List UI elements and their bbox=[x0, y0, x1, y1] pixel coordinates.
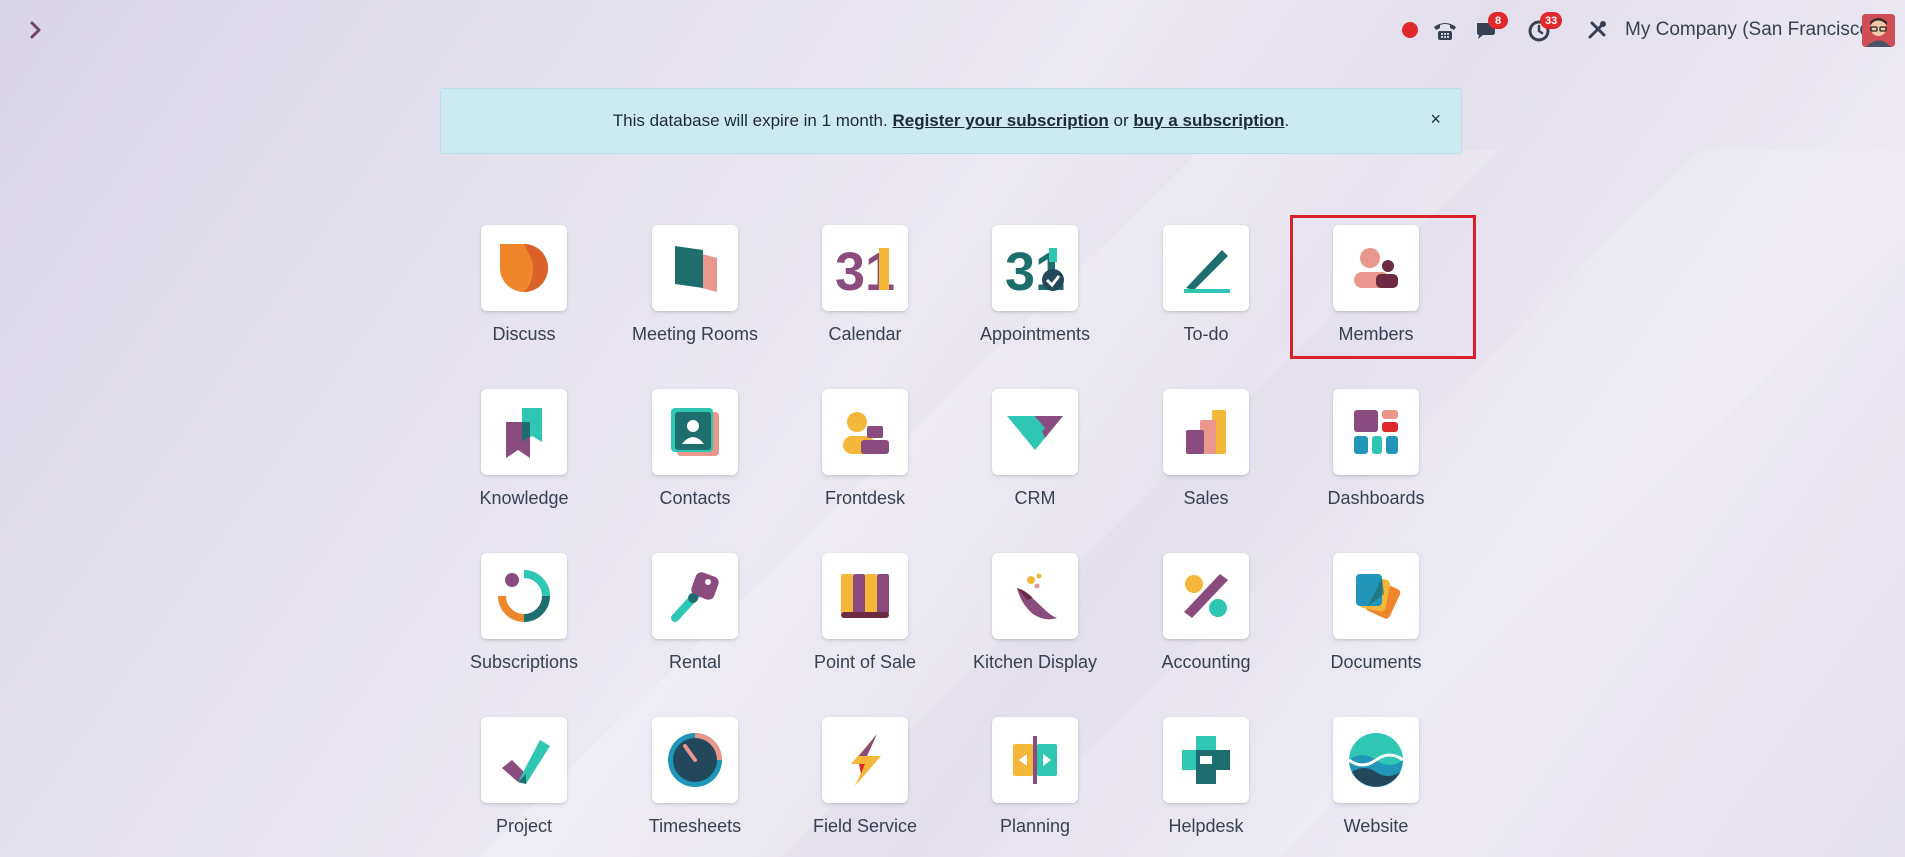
app-frontdesk[interactable]: Frontdesk bbox=[780, 389, 950, 519]
app-label: Rental bbox=[668, 652, 722, 672]
app-label: Appointments bbox=[979, 324, 1091, 344]
app-dashboards[interactable]: Dashboards bbox=[1291, 389, 1461, 519]
app-label: Meeting Rooms bbox=[631, 324, 759, 344]
members-icon bbox=[1333, 225, 1419, 311]
app-helpdesk[interactable]: Helpdesk bbox=[1121, 717, 1291, 847]
banner-text-middle: or bbox=[1108, 111, 1134, 130]
phone-icon[interactable] bbox=[1430, 18, 1460, 42]
app-label: Accounting bbox=[1161, 652, 1251, 672]
app-website[interactable]: Website bbox=[1291, 717, 1461, 847]
app-label: Knowledge bbox=[479, 488, 569, 508]
app-label: Calendar bbox=[828, 324, 902, 344]
app-label: Frontdesk bbox=[824, 488, 906, 508]
app-label: Helpdesk bbox=[1168, 816, 1244, 836]
app-label: Contacts bbox=[659, 488, 731, 508]
planning-icon bbox=[992, 717, 1078, 803]
dashboards-icon bbox=[1333, 389, 1419, 475]
app-label: Sales bbox=[1183, 488, 1229, 508]
app-members[interactable]: Members bbox=[1291, 225, 1461, 355]
app-crm[interactable]: CRM bbox=[950, 389, 1120, 519]
app-documents[interactable]: Documents bbox=[1291, 553, 1461, 683]
app-label: Dashboards bbox=[1327, 488, 1425, 508]
app-label: Discuss bbox=[492, 324, 556, 344]
buy-subscription-link[interactable]: buy a subscription bbox=[1133, 111, 1284, 131]
appointments-icon: 31 bbox=[992, 225, 1078, 311]
activity-count-badge: 33 bbox=[1540, 12, 1563, 29]
app-appointments[interactable]: 31 Appointments bbox=[950, 225, 1120, 355]
point-of-sale-icon bbox=[822, 553, 908, 639]
subscriptions-icon bbox=[481, 553, 567, 639]
to-do-icon bbox=[1163, 225, 1249, 311]
website-icon bbox=[1333, 717, 1419, 803]
meeting-rooms-icon bbox=[652, 225, 738, 311]
field-service-icon bbox=[822, 717, 908, 803]
app-kitchen-display[interactable]: Kitchen Display bbox=[950, 553, 1120, 683]
subscription-expiry-banner: This database will expire in 1 month. Re… bbox=[440, 88, 1462, 154]
close-icon[interactable]: × bbox=[1430, 109, 1441, 130]
app-planning[interactable]: Planning bbox=[950, 717, 1120, 847]
activity-clock-icon[interactable]: 33 bbox=[1524, 12, 1563, 42]
app-subscriptions[interactable]: Subscriptions bbox=[439, 553, 609, 683]
documents-icon bbox=[1333, 553, 1419, 639]
rental-icon bbox=[652, 553, 738, 639]
app-accounting[interactable]: Accounting bbox=[1121, 553, 1291, 683]
helpdesk-icon bbox=[1163, 717, 1249, 803]
project-icon bbox=[481, 717, 567, 803]
discuss-icon bbox=[481, 225, 567, 311]
app-label: Project bbox=[495, 816, 553, 836]
app-label: CRM bbox=[1014, 488, 1056, 508]
messages-icon[interactable]: 8 bbox=[1472, 12, 1508, 42]
register-subscription-link[interactable]: Register your subscription bbox=[892, 111, 1108, 131]
contacts-icon bbox=[652, 389, 738, 475]
app-label: Timesheets bbox=[648, 816, 742, 836]
app-point-of-sale[interactable]: Point of Sale bbox=[780, 553, 950, 683]
app-label: Planning bbox=[999, 816, 1071, 836]
app-project[interactable]: Project bbox=[439, 717, 609, 847]
app-calendar[interactable]: 31 Calendar bbox=[780, 225, 950, 355]
app-rental[interactable]: Rental bbox=[610, 553, 780, 683]
company-switcher[interactable]: My Company (San Francisco) bbox=[1625, 19, 1876, 41]
kitchen-display-icon bbox=[992, 553, 1078, 639]
timesheets-icon bbox=[652, 717, 738, 803]
sales-icon bbox=[1163, 389, 1249, 475]
app-meeting-rooms[interactable]: Meeting Rooms bbox=[610, 225, 780, 355]
top-navbar: 8 33 My Company (San Francisco) bbox=[0, 0, 1905, 60]
app-field-service[interactable]: Field Service bbox=[780, 717, 950, 847]
app-to-do[interactable]: To-do bbox=[1121, 225, 1291, 355]
recording-indicator-icon[interactable] bbox=[1400, 18, 1420, 42]
app-timesheets[interactable]: Timesheets bbox=[610, 717, 780, 847]
app-label: Field Service bbox=[812, 816, 918, 836]
app-label: Website bbox=[1343, 816, 1409, 836]
app-label: Subscriptions bbox=[469, 652, 579, 672]
app-sales[interactable]: Sales bbox=[1121, 389, 1291, 519]
crm-icon bbox=[992, 389, 1078, 475]
banner-text-after: . bbox=[1284, 111, 1290, 130]
app-label: Documents bbox=[1330, 652, 1422, 672]
app-discuss[interactable]: Discuss bbox=[439, 225, 609, 355]
app-label: To-do bbox=[1183, 324, 1229, 344]
app-label: Point of Sale bbox=[813, 652, 917, 672]
calendar-icon: 31 bbox=[822, 225, 908, 311]
user-avatar[interactable] bbox=[1862, 14, 1895, 47]
tools-icon[interactable] bbox=[1584, 18, 1610, 42]
banner-text-before: This database will expire in 1 month. bbox=[612, 111, 893, 130]
menu-toggle-chevron-icon[interactable] bbox=[24, 17, 48, 43]
frontdesk-icon bbox=[822, 389, 908, 475]
messages-count-badge: 8 bbox=[1488, 12, 1508, 29]
knowledge-icon bbox=[481, 389, 567, 475]
app-label: Members bbox=[1338, 324, 1414, 344]
app-knowledge[interactable]: Knowledge bbox=[439, 389, 609, 519]
app-label: Kitchen Display bbox=[972, 652, 1098, 672]
accounting-icon bbox=[1163, 553, 1249, 639]
app-contacts[interactable]: Contacts bbox=[610, 389, 780, 519]
